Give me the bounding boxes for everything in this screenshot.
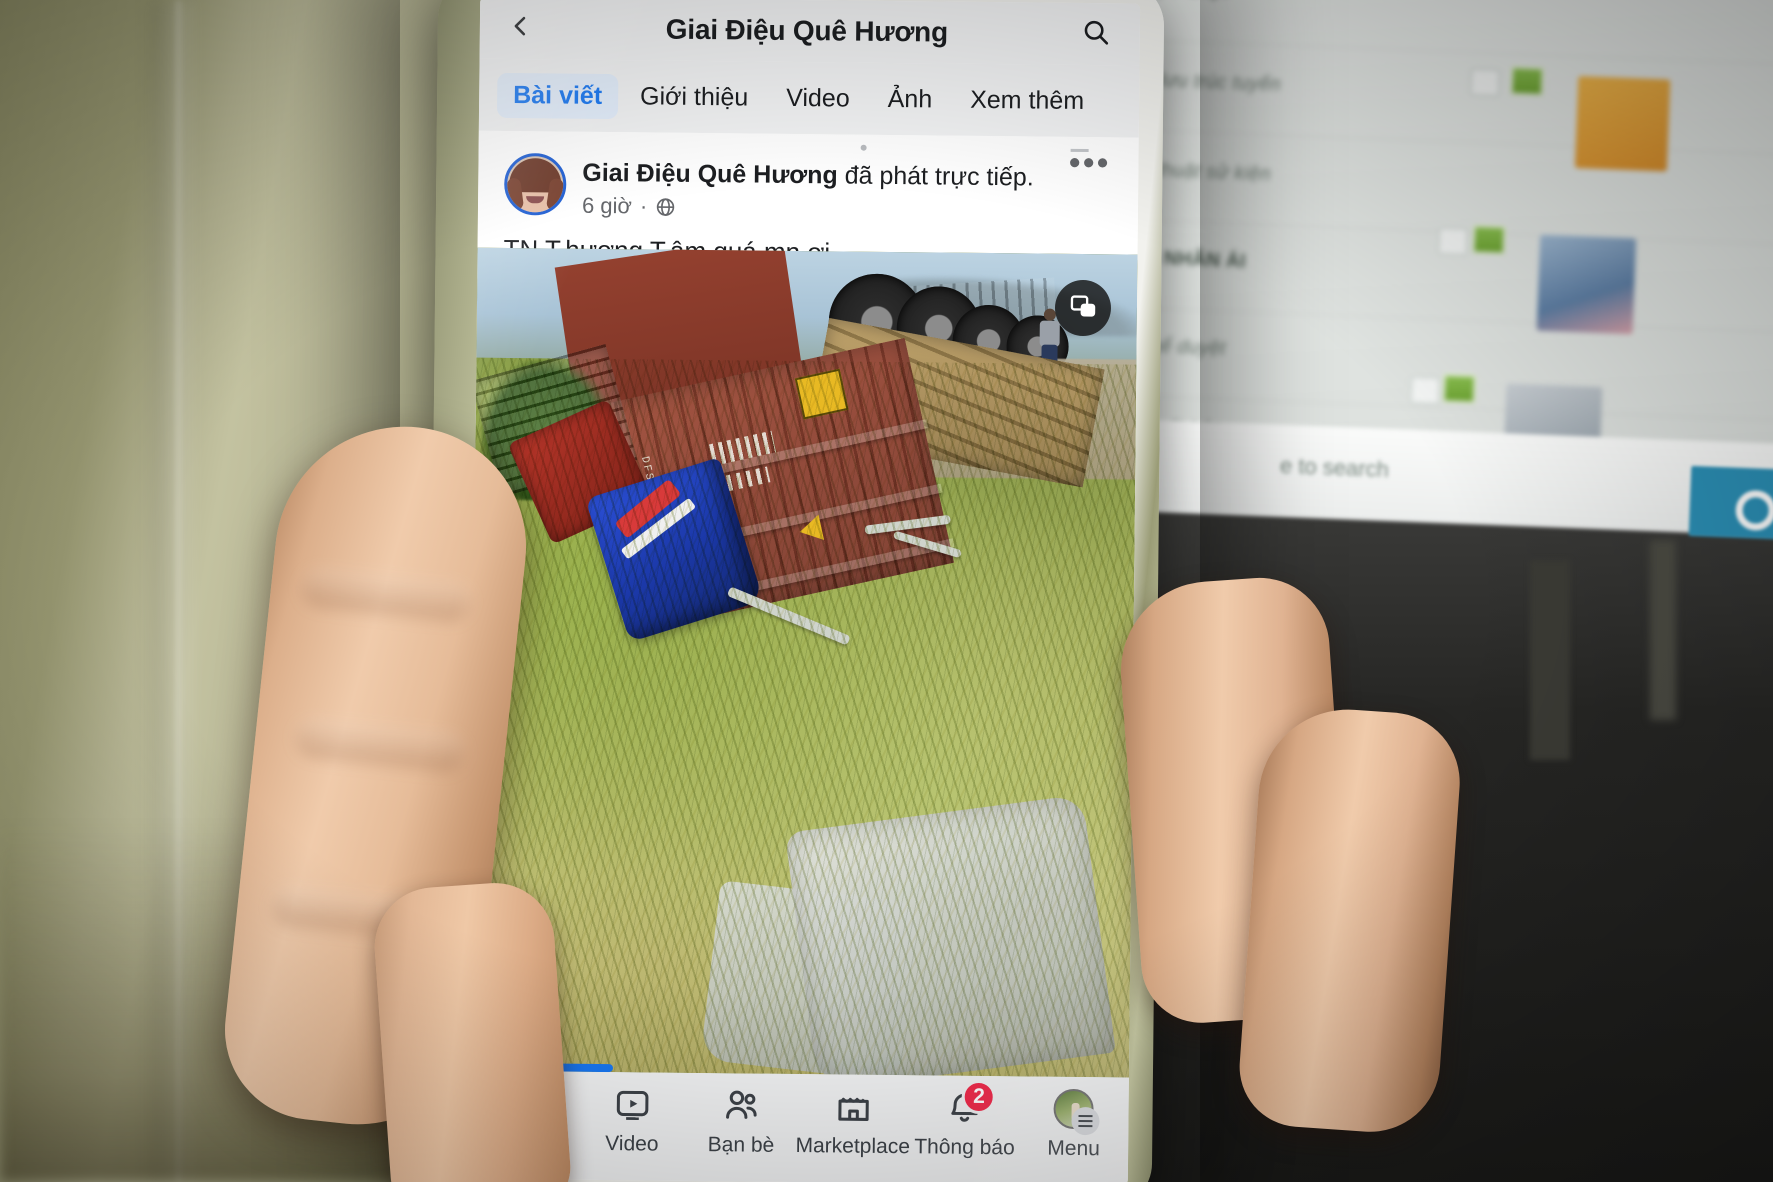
post-meta: Giai Điệu Quê Hương đã phát trực tiếp. 6…: [582, 154, 1034, 224]
nav-item-menu[interactable]: Menu: [1019, 1086, 1129, 1161]
notification-badge: 2: [961, 1079, 997, 1115]
monitor-checkbox: [1437, 226, 1469, 256]
monitor-checkbox: [1409, 375, 1441, 405]
phone-device: Giai Điệu Quê Hương Bài viết Giới thiệu …: [425, 0, 1165, 1182]
post-subline: 6 giờ ·: [582, 193, 1034, 224]
phone-screen: Giai Điệu Quê Hương Bài viết Giới thiệu …: [467, 0, 1141, 1182]
search-button[interactable]: [1074, 12, 1118, 56]
desk-leg: [1530, 560, 1570, 760]
friends-icon: [722, 1083, 760, 1127]
nav-label: Marketplace: [795, 1134, 911, 1159]
bell-icon: 2: [946, 1079, 997, 1130]
nav-item-ban-be[interactable]: Bạn bè: [686, 1083, 796, 1158]
scroll-progress-indicator: [484, 1062, 614, 1073]
post-byline: Giai Điệu Quê Hương đã phát trực tiếp.: [582, 158, 1034, 193]
picture-in-picture-button[interactable]: [1054, 279, 1112, 337]
tab-gioi-thieu[interactable]: Giới thiệu: [624, 74, 765, 120]
post-media-image[interactable]: DFSU 1234567: [468, 247, 1138, 1078]
monitor-line-2: thuật sử kiện: [1156, 159, 1272, 186]
picture-in-picture-icon: [1069, 291, 1097, 324]
monitor-line-0: ẶC BIỆT: [1153, 0, 1233, 3]
monitor-image-icon: [1441, 373, 1477, 405]
partial-element-above: [860, 144, 867, 151]
back-button[interactable]: [502, 9, 540, 47]
nav-label: Video: [605, 1132, 659, 1156]
avatar[interactable]: [503, 152, 567, 216]
profile-tabs: Bài viết Giới thiệu Video Ảnh Xem thêm: [478, 58, 1140, 138]
globe-icon: [655, 196, 676, 217]
tab-anh[interactable]: Ảnh: [871, 76, 948, 122]
home-icon: [504, 1081, 542, 1125]
search-icon: [1082, 17, 1110, 50]
post-action-text: đã phát trực tiếp.: [844, 161, 1034, 192]
nav-label: Thông báo: [914, 1135, 1015, 1160]
monitor-line-1: lưu trúc tuyến: [1159, 69, 1282, 96]
separator-dot: ·: [639, 193, 648, 219]
bottom-navigation: Trang chủ Video Bạn bè Marketplace 2 Thô…: [467, 1070, 1129, 1182]
nav-item-video[interactable]: Video: [577, 1082, 687, 1157]
page-title: Giai Điệu Quê Hương: [665, 13, 949, 48]
tab-bai-viet[interactable]: Bài viết: [496, 72, 619, 119]
monitor-checkbox: [1469, 67, 1501, 98]
monitor-line-4: hể duyệt: [1149, 335, 1227, 360]
hamburger-icon: [1071, 1106, 1101, 1136]
app-header: Giai Điệu Quê Hương: [479, 0, 1141, 66]
monitor-image-icon: [1471, 224, 1507, 256]
tab-video[interactable]: Video: [770, 75, 866, 121]
nav-label: Menu: [1047, 1136, 1101, 1161]
nav-label: Trang chủ: [475, 1130, 570, 1155]
monitor-image-icon: [1509, 65, 1545, 97]
post-header: Giai Điệu Quê Hương đã phát trực tiếp. 6…: [478, 144, 1139, 225]
nav-item-trang-chu[interactable]: Trang chủ: [468, 1081, 578, 1156]
video-icon: [613, 1082, 651, 1126]
menu-avatar-icon: [1053, 1087, 1101, 1136]
nav-label: Bạn bè: [707, 1133, 775, 1157]
taskbar-app-icon: [1688, 465, 1773, 541]
post-more-options-button[interactable]: •••: [1069, 144, 1111, 182]
tab-xem-them[interactable]: Xem thêm: [954, 77, 1100, 124]
nav-item-marketplace[interactable]: Marketplace: [795, 1084, 910, 1159]
desk-leg-secondary: [1650, 540, 1676, 720]
grass-texture: [468, 357, 1137, 1078]
nav-item-thong-bao[interactable]: 2 Thông báo: [910, 1079, 1020, 1160]
photo-of-phone-scene: ẶC BIỆT lưu trúc tuyến thuật sử kiện G N…: [0, 0, 1773, 1182]
taskbar-search-text: e to search: [1279, 452, 1390, 483]
chevron-left-icon: [509, 13, 533, 42]
marketplace-icon: [834, 1084, 872, 1128]
post-timestamp: 6 giờ: [581, 192, 633, 219]
post-author-name[interactable]: Giai Điệu Quê Hương: [582, 159, 838, 190]
